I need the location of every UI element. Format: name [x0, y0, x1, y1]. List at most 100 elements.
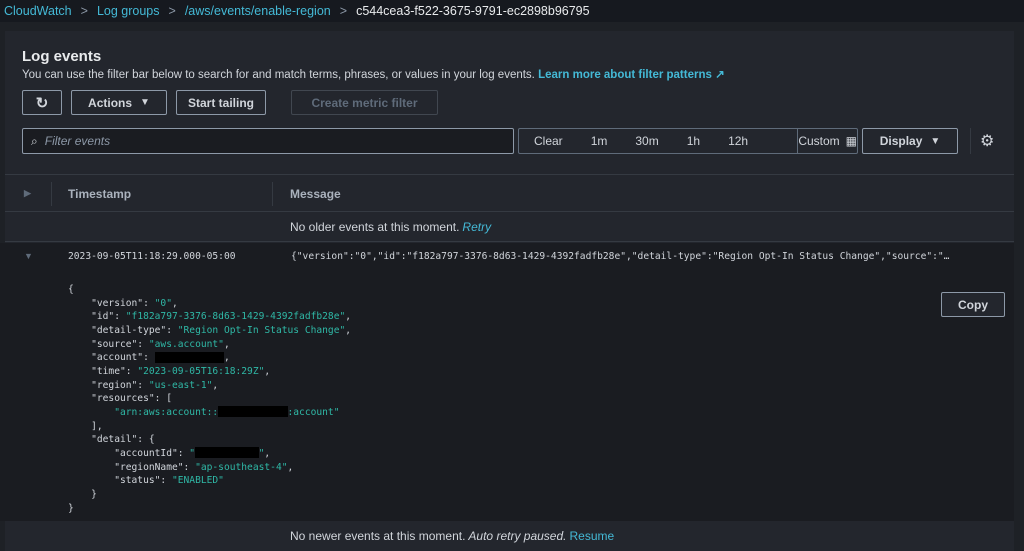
json-key: ,	[287, 461, 294, 473]
json-line: "detail-type": "Region Opt-In Status Cha…	[68, 324, 351, 338]
search-icon: ⌕	[31, 133, 38, 148]
range-1m[interactable]: 1m	[573, 134, 618, 148]
learn-more-link[interactable]: Learn more about filter patterns ↗	[538, 69, 725, 81]
json-line: "regionName": "ap-southeast-4",	[68, 461, 351, 475]
json-line: "source": "aws.account",	[68, 338, 351, 352]
expand-all-caret-icon[interactable]: ▶	[24, 188, 31, 199]
json-line: }	[68, 502, 351, 516]
older-text: No older events at this moment.	[290, 220, 460, 234]
chevron-right-icon: >	[339, 4, 348, 18]
breadcrumb-log-group[interactable]: /aws/events/enable-region	[185, 4, 331, 18]
range-1h[interactable]: 1h	[669, 134, 710, 148]
json-key: ,	[345, 311, 352, 323]
retry-link[interactable]: Retry	[462, 220, 491, 234]
page-title: Log events	[22, 48, 102, 65]
description-text: You can use the filter bar below to sear…	[22, 69, 535, 81]
description: You can use the filter bar below to sear…	[22, 67, 725, 81]
json-key: ,	[171, 297, 178, 309]
filter-events-input[interactable]: ⌕ Filter events	[22, 128, 514, 154]
json-key: "account":	[68, 352, 155, 364]
no-older-events: No older events at this moment. Retry	[5, 213, 1014, 242]
actions-label: Actions	[88, 95, 133, 110]
filter-placeholder: Filter events	[44, 134, 111, 148]
range-30m[interactable]: 30m	[617, 134, 668, 148]
json-line: "arn:aws:account:: :account"	[68, 406, 351, 420]
column-timestamp[interactable]: Timestamp	[68, 187, 131, 201]
json-value: "ap-southeast-4"	[195, 461, 288, 473]
json-line: "account": ,	[68, 351, 351, 365]
json-key: ,	[212, 379, 219, 391]
json-key: ],	[68, 420, 103, 432]
chevron-right-icon: >	[168, 4, 176, 18]
divider	[970, 128, 971, 154]
newer-text: No newer events at this moment.	[290, 529, 466, 543]
json-line: "detail": {	[68, 433, 351, 447]
external-link-icon: ↗	[715, 69, 725, 81]
auto-retry-text: Auto retry paused.	[468, 529, 567, 543]
redacted-block	[195, 447, 259, 459]
chevron-right-icon: >	[80, 4, 88, 18]
json-line: "region": "us-east-1",	[68, 379, 351, 393]
start-tailing-button[interactable]: Start tailing	[176, 90, 266, 115]
json-key: "status":	[68, 475, 172, 487]
json-line: "accountId": " ",	[68, 447, 351, 461]
json-value: "arn:aws:account::	[68, 406, 219, 418]
json-value: "ENABLED"	[171, 475, 224, 487]
json-value: "0"	[154, 297, 172, 309]
json-key: "id":	[68, 311, 126, 323]
resume-link[interactable]: Resume	[569, 529, 614, 543]
range-clear[interactable]: Clear	[519, 134, 573, 148]
json-line: "id": "f182a797-3376-8d63-1429-4392fadfb…	[68, 310, 351, 324]
range-12h[interactable]: 12h	[710, 134, 758, 148]
range-custom[interactable]: Custom ▦	[797, 129, 857, 153]
json-key: "regionName":	[68, 461, 196, 473]
event-timestamp: 2023-09-05T11:18:29.000-05:00	[68, 251, 236, 262]
json-value: "Region Opt-In Status Change"	[177, 324, 346, 336]
time-range-selector: Clear 1m 30m 1h 12h Custom ▦	[518, 128, 858, 154]
display-label: Display	[879, 134, 923, 148]
json-key: "detail-type":	[68, 324, 178, 336]
json-value: :account"	[287, 406, 340, 418]
settings-gear-icon[interactable]: ⚙	[980, 131, 994, 151]
json-key: "region":	[68, 379, 149, 391]
json-key: "source":	[68, 338, 149, 350]
breadcrumb-log-groups[interactable]: Log groups	[97, 4, 160, 18]
column-divider	[272, 182, 273, 206]
column-message[interactable]: Message	[290, 187, 341, 201]
breadcrumb-cloudwatch[interactable]: CloudWatch	[4, 4, 72, 18]
caret-down-icon: ▼	[930, 135, 941, 147]
create-metric-filter-button[interactable]: Create metric filter	[291, 90, 438, 115]
json-key: ,	[345, 324, 352, 336]
breadcrumb-log-stream: c544cea3-f522-3675-9791-ec2898b96795	[356, 4, 590, 18]
collapse-caret-icon[interactable]: ▼	[24, 251, 33, 261]
json-key: }	[68, 502, 74, 514]
json-line: "time": "2023-09-05T16:18:29Z",	[68, 365, 351, 379]
json-line: "status": "ENABLED"	[68, 474, 351, 488]
learn-more-label: Learn more about filter patterns	[538, 69, 712, 81]
redacted-block	[154, 351, 224, 363]
column-divider	[51, 182, 52, 206]
calendar-icon: ▦	[845, 134, 857, 148]
json-value: "aws.account"	[148, 338, 224, 350]
json-key: "resources": [	[68, 393, 172, 405]
actions-button[interactable]: Actions ▼	[71, 90, 167, 115]
json-key: "accountId":	[68, 447, 190, 459]
refresh-button[interactable]: ↻	[22, 90, 62, 115]
breadcrumb: CloudWatch > Log groups > /aws/events/enab…	[0, 0, 1024, 22]
log-events-panel: Log events You can use the filter bar be…	[0, 31, 1014, 551]
redacted-block	[218, 406, 288, 418]
table-header: ▶ Timestamp Message	[5, 174, 1014, 212]
json-value: "us-east-1"	[148, 379, 213, 391]
json-key: }	[68, 488, 97, 500]
copy-button[interactable]: Copy	[941, 292, 1005, 317]
refresh-icon: ↻	[35, 94, 49, 112]
event-json: { "version": "0", "id": "f182a797-3376-8…	[68, 283, 351, 515]
caret-down-icon: ▼	[140, 97, 150, 108]
json-key: ,	[264, 447, 271, 459]
json-key: {	[68, 284, 74, 295]
json-line: "resources": [	[68, 392, 351, 406]
json-line: "version": "0",	[68, 297, 351, 311]
no-newer-events: No newer events at this moment. Auto retr…	[5, 521, 1014, 551]
display-button[interactable]: Display ▼	[862, 128, 958, 154]
json-key: ,	[264, 365, 271, 377]
